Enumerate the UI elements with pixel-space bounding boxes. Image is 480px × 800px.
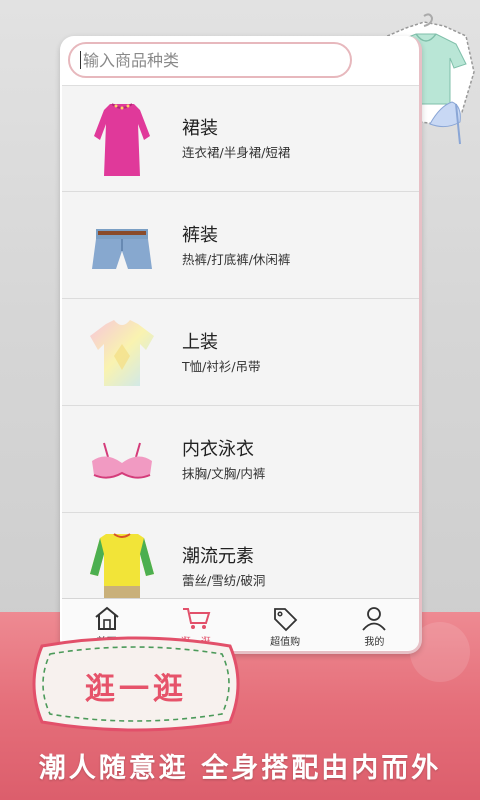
category-item-pants[interactable]: 裤装 热裤/打底裤/休闲裤	[62, 193, 419, 299]
category-title: 内衣泳衣	[182, 439, 254, 460]
promo-slogan: 潮人随意逛 全身搭配由内而外	[38, 753, 442, 784]
price-tag-icon	[274, 608, 298, 632]
user-icon	[362, 607, 387, 631]
cart-icon	[182, 608, 211, 629]
category-list[interactable]: 裙装 连衣裙/半身裙/短裙 裤装 热裤/打底裤/休闲裤 上装 T恤/衬衫/吊带 …	[62, 85, 419, 633]
tab-label: 超值购	[270, 637, 301, 648]
category-title: 潮流元素	[182, 546, 254, 567]
denim-shorts-icon	[92, 229, 152, 269]
tab-deals[interactable]: 超值购	[241, 599, 330, 650]
text-cursor-icon	[80, 51, 81, 69]
home-icon	[94, 606, 119, 630]
category-panel: 裙装 连衣裙/半身裙/短裙 裤装 热裤/打底裤/休闲裤	[60, 36, 422, 654]
category-subtitle: 热裤/打底裤/休闲裤	[182, 252, 291, 267]
category-item-underwear[interactable]: 内衣泳衣 抹胸/文胸/内裤	[62, 407, 419, 513]
category-title: 上装	[182, 332, 218, 353]
category-subtitle: 蕾丝/雪纺/破洞	[182, 573, 266, 588]
category-title: 裙装	[182, 118, 218, 139]
category-subtitle: 抹胸/文胸/内裤	[182, 466, 266, 481]
category-item-dresses[interactable]: 裙装 连衣裙/半身裙/短裙	[62, 86, 419, 192]
promo-badge-text: 逛一逛	[85, 672, 187, 707]
search-input[interactable]	[83, 50, 323, 70]
pink-bra-icon	[92, 442, 152, 479]
category-subtitle: 连衣裙/半身裙/短裙	[182, 145, 291, 160]
category-subtitle: T恤/衬衫/吊带	[182, 359, 261, 374]
search-bar[interactable]	[68, 42, 352, 78]
tie-dye-top-icon	[90, 320, 154, 386]
tab-profile[interactable]: 我的	[330, 599, 419, 650]
category-item-tops[interactable]: 上装 T恤/衬衫/吊带	[62, 300, 419, 406]
category-title: 裤装	[182, 225, 218, 246]
pink-dress-icon	[94, 103, 150, 176]
tab-label: 我的	[364, 637, 385, 648]
